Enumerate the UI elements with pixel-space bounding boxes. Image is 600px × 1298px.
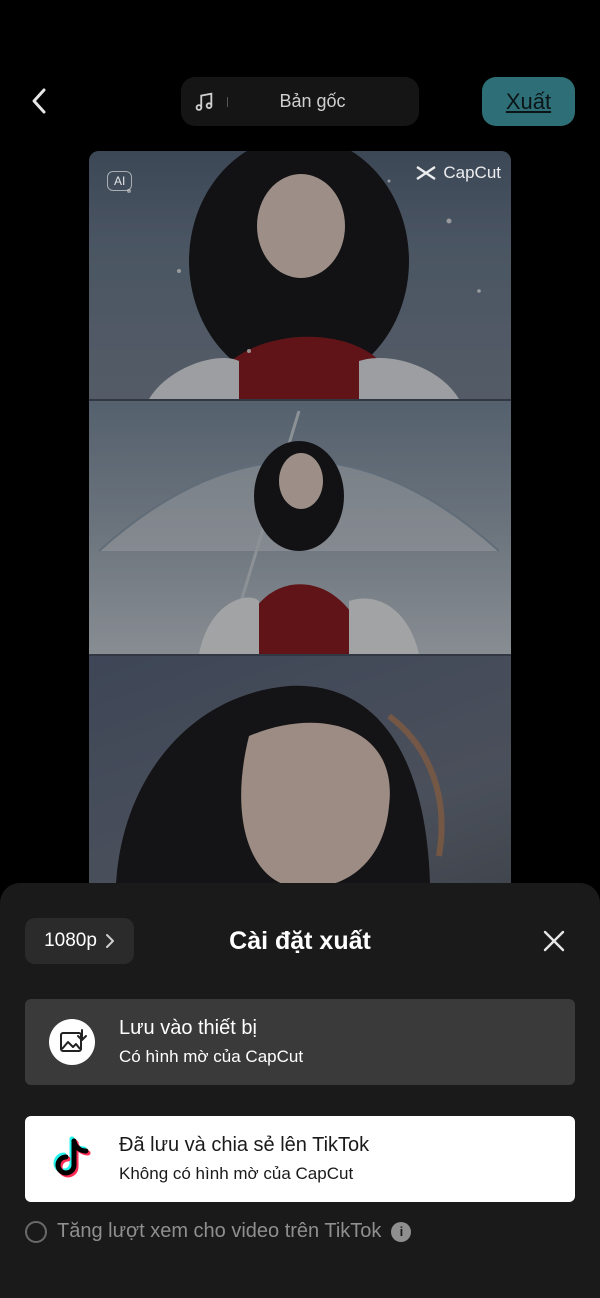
export-button[interactable]: Xuất (482, 77, 575, 126)
option-subtitle: Không có hình mờ của CapCut (119, 1164, 354, 1183)
boost-views-row: Tăng lượt xem cho video trên TikTok i (25, 1220, 412, 1243)
sheet-title: Cài đặt xuất (229, 927, 371, 955)
capcut-watermark: CapCut (415, 163, 501, 183)
option-subtitle: Có hình mờ của CapCut (119, 1047, 304, 1066)
boost-views-radio[interactable] (25, 1220, 47, 1243)
photo-panel-2 (89, 401, 511, 654)
video-preview: AI CapCut (89, 151, 511, 941)
photo-panel-1: AI CapCut (89, 151, 511, 399)
capcut-logo-icon (416, 166, 437, 180)
close-icon (543, 930, 565, 952)
top-bar: Bản gốc Xuất (0, 0, 600, 140)
portrait-illustration (127, 151, 481, 399)
sound-label: Bản gốc (279, 91, 346, 111)
back-button[interactable] (22, 84, 56, 118)
info-icon[interactable]: i (391, 1221, 412, 1242)
export-settings-sheet: 1080p Cài đặt xuất Lưu vào thiết bị Có h… (0, 883, 600, 1298)
close-button[interactable] (538, 925, 570, 957)
music-note-icon (181, 91, 227, 113)
watermark-text: CapCut (443, 163, 501, 182)
save-to-device-option[interactable]: Lưu vào thiết bị Có hình mờ của CapCut (25, 999, 575, 1085)
chevron-left-icon (32, 88, 46, 114)
ai-badge: AI (107, 171, 133, 191)
tiktok-logo-icon (25, 1135, 119, 1183)
share-to-tiktok-option[interactable]: Đã lưu và chia sẻ lên TikTok Không có hì… (25, 1116, 575, 1202)
save-image-icon (25, 1018, 119, 1066)
option-title: Lưu vào thiết bị (119, 1017, 257, 1039)
boost-views-label: Tăng lượt xem cho video trên TikTok (57, 1220, 382, 1242)
option-title: Đã lưu và chia sẻ lên TikTok (119, 1134, 370, 1156)
sound-selector[interactable]: Bản gốc (181, 77, 419, 126)
umbrella-illustration (98, 410, 500, 654)
